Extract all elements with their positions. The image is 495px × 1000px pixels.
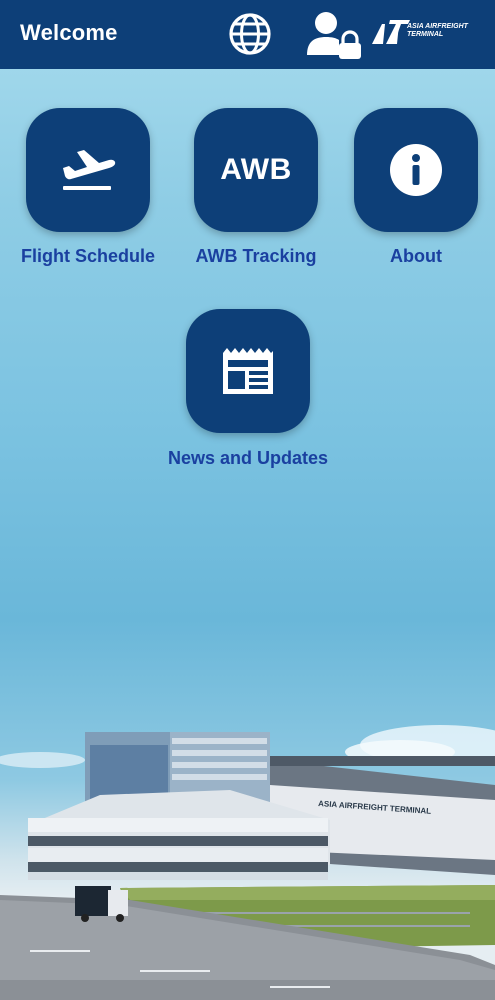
plane-departure-icon	[63, 150, 116, 190]
terminal-building-image: ASIA AIRFREIGHT TERMINAL	[0, 725, 495, 1000]
aat-logo-mark	[372, 20, 410, 44]
news-updates-label[interactable]: News and Updates	[148, 448, 348, 469]
about-button[interactable]	[354, 108, 478, 232]
aat-logo: ASIA AIRFREIGHT TERMINAL	[370, 14, 470, 54]
user-lock-icon[interactable]	[305, 8, 361, 60]
app-header: Welcome ASIA AIRFREIGHT TERMINAL	[0, 0, 495, 69]
flight-schedule-button[interactable]	[26, 108, 150, 232]
aat-logo-text: ASIA AIRFREIGHT TERMINAL	[407, 23, 468, 38]
flight-schedule-label[interactable]: Flight Schedule	[14, 246, 162, 267]
awb-icon-text: AWB	[220, 153, 292, 186]
awb-tracking-label[interactable]: AWB Tracking	[182, 246, 330, 267]
about-label[interactable]: About	[342, 246, 490, 267]
awb-tracking-button[interactable]: AWB	[194, 108, 318, 232]
news-icon	[223, 348, 273, 394]
page-title: Welcome	[20, 20, 118, 45]
globe-icon[interactable]	[227, 11, 273, 57]
news-updates-button[interactable]	[186, 309, 310, 433]
info-icon	[390, 144, 442, 196]
